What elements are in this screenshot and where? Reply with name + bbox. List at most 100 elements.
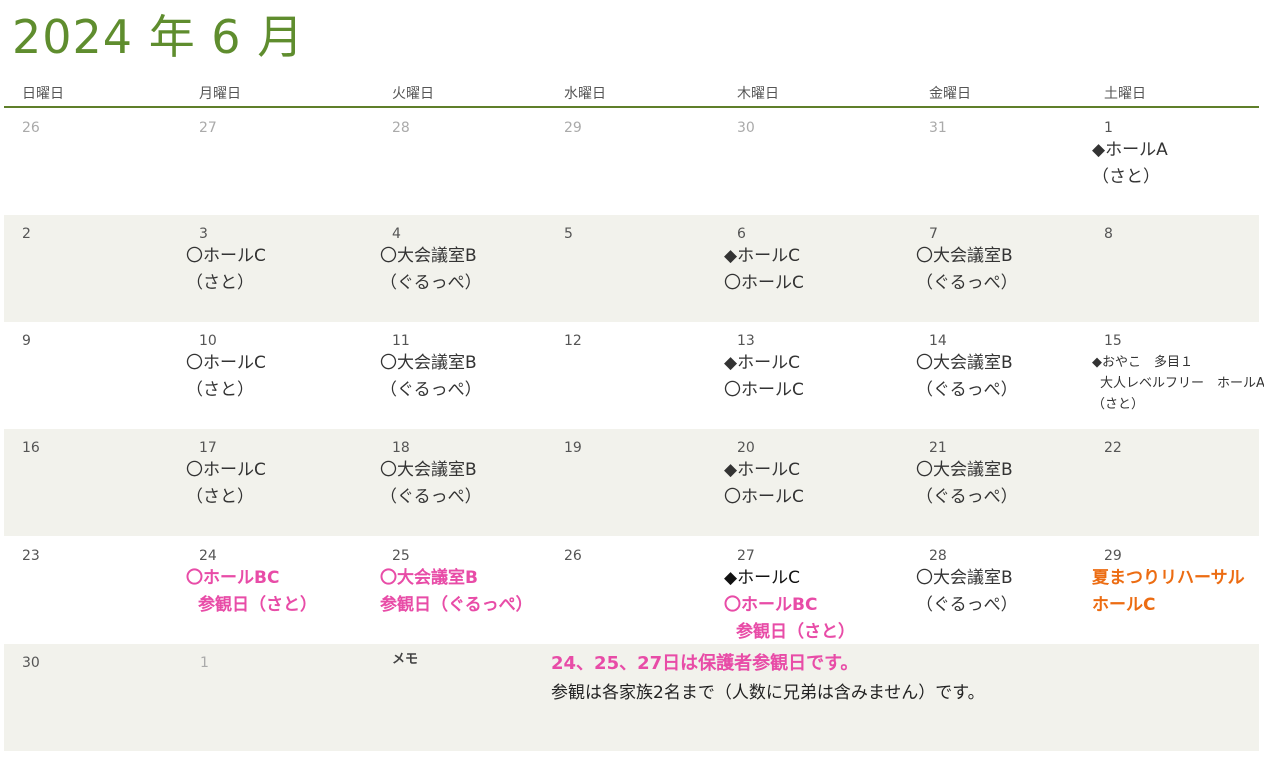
day-cell[interactable]: 2 — [18, 215, 188, 322]
header-divider — [4, 106, 1259, 108]
day-cell[interactable]: 6 ◆ホールC 〇ホールC — [724, 215, 903, 322]
memo-highlight: 24、25、27日は保護者参観日です。 — [551, 653, 859, 674]
event-text: 参観日（ぐるっぺ） — [380, 595, 533, 615]
day-number: 20 — [737, 440, 755, 456]
day-cell[interactable]: 11 〇大会議室B （ぐるっぺ） — [380, 322, 558, 429]
day-number: 2 — [22, 226, 31, 242]
day-cell[interactable]: 27 — [195, 109, 365, 216]
day-number: 11 — [392, 333, 410, 349]
weekday-label: 金曜日 — [929, 86, 971, 102]
day-cell[interactable]: 10 〇ホールC （さと） — [186, 322, 365, 429]
event-text: （ぐるっぺ） — [380, 273, 482, 293]
day-number: 28 — [392, 120, 410, 136]
weekday-label: 土曜日 — [1104, 86, 1146, 102]
event-text: ◆ホールA — [1092, 140, 1168, 160]
day-cell[interactable]: 22 — [1100, 429, 1264, 536]
day-cell[interactable]: 17 〇ホールC （さと） — [186, 429, 365, 536]
memo-text: 参観は各家族2名まで（人数に兄弟は含みません）です。 — [551, 683, 985, 703]
day-number: 22 — [1104, 440, 1122, 456]
day-cell[interactable]: 1 ◆ホールA （さと） — [1092, 109, 1264, 216]
event-text: （さと） — [186, 380, 254, 400]
event-text: 〇ホールC — [724, 380, 804, 400]
day-cell[interactable]: 28 〇大会議室B （ぐるっぺ） — [916, 537, 1095, 644]
day-number-next-month: 1 — [200, 655, 209, 671]
day-number: 26 — [22, 120, 40, 136]
event-text: 〇ホールBC — [186, 568, 280, 588]
day-cell[interactable]: 3 〇ホールC （さと） — [186, 215, 365, 322]
day-cell[interactable]: 7 〇大会議室B （ぐるっぺ） — [916, 215, 1095, 322]
day-number: 19 — [564, 440, 582, 456]
day-cell[interactable]: 9 — [18, 322, 188, 429]
day-number: 10 — [199, 333, 217, 349]
day-cell[interactable]: 5 — [560, 215, 730, 322]
day-number: 1 — [1104, 120, 1113, 136]
event-text: 〇大会議室B — [380, 568, 478, 588]
event-text: （ぐるっぺ） — [916, 273, 1018, 293]
day-number: 14 — [929, 333, 947, 349]
event-text: 〇ホールC — [186, 246, 266, 266]
day-cell[interactable]: 29 — [560, 109, 730, 216]
day-number: 12 — [564, 333, 582, 349]
event-text: （さと） — [1092, 167, 1160, 187]
week-row-3: 9 10 〇ホールC （さと） 11 〇大会議室B （ぐるっぺ） 12 13 ◆ホールC 〇ホールC… — [4, 322, 1264, 429]
day-cell[interactable]: 25 〇大会議室B 参観日（ぐるっぺ） — [380, 537, 558, 644]
day-cell[interactable]: 21 〇大会議室B （ぐるっぺ） — [916, 429, 1095, 536]
event-text: 〇ホールC — [724, 487, 804, 507]
day-number: 6 — [737, 226, 746, 242]
day-cell[interactable]: 29 夏まつりリハーサル ホールC — [1092, 537, 1264, 644]
day-number: 30 — [22, 655, 40, 671]
day-cell[interactable]: 4 〇大会議室B （ぐるっぺ） — [380, 215, 558, 322]
week-row-1: 26 27 28 29 30 31 1 ◆ホールA （さと） — [4, 109, 1259, 216]
day-cell[interactable]: 27 ◆ホールC 〇ホールBC 参観日（さと） — [724, 537, 903, 644]
day-cell[interactable]: 30 — [733, 109, 903, 216]
day-cell[interactable]: 18 〇大会議室B （ぐるっぺ） — [380, 429, 558, 536]
day-cell[interactable]: 26 — [560, 537, 730, 644]
day-cell[interactable]: 31 — [925, 109, 1095, 216]
day-cell[interactable]: 8 — [1100, 215, 1264, 322]
day-cell[interactable]: 20 ◆ホールC 〇ホールC — [724, 429, 903, 536]
day-number: 29 — [1104, 548, 1122, 564]
day-number: 28 — [929, 548, 947, 564]
event-text: 〇ホールC — [724, 273, 804, 293]
event-text: 〇大会議室B — [916, 353, 1013, 373]
event-text: （さと） — [1092, 397, 1145, 412]
event-text: （ぐるっぺ） — [916, 380, 1018, 400]
day-cell[interactable]: 13 ◆ホールC 〇ホールC — [724, 322, 903, 429]
day-number: 3 — [199, 226, 208, 242]
day-number: 21 — [929, 440, 947, 456]
day-number: 27 — [199, 120, 217, 136]
day-cell[interactable]: 12 — [560, 322, 730, 429]
day-cell[interactable]: 28 — [388, 109, 558, 216]
day-number: 16 — [22, 440, 40, 456]
day-cell[interactable]: 19 — [560, 429, 730, 536]
day-cell[interactable]: 16 — [18, 429, 188, 536]
memo-label: メモ — [392, 652, 419, 667]
event-text: 〇大会議室B — [380, 353, 477, 373]
event-text: （さと） — [186, 487, 254, 507]
weekday-label: 木曜日 — [737, 86, 779, 102]
day-cell[interactable]: 23 — [18, 537, 188, 644]
day-cell[interactable]: 15 ◆おやこ 多目１ 大人レベルフリー ホールA （さと） — [1092, 322, 1264, 429]
day-cell[interactable]: 14 〇大会議室B （ぐるっぺ） — [916, 322, 1095, 429]
day-number: 23 — [22, 548, 40, 564]
day-number: 27 — [737, 548, 755, 564]
day-number: 7 — [929, 226, 938, 242]
event-text: ◆ホールC — [724, 460, 800, 480]
day-cell[interactable]: 24 〇ホールBC 参観日（さと） — [186, 537, 365, 644]
day-number: 5 — [564, 226, 573, 242]
event-text: 参観日（さと） — [198, 595, 317, 615]
day-cell[interactable]: 26 — [18, 109, 188, 216]
event-text: 〇大会議室B — [380, 246, 477, 266]
day-number: 8 — [1104, 226, 1113, 242]
event-text: （さと） — [186, 273, 254, 293]
day-number: 31 — [929, 120, 947, 136]
event-text: 〇大会議室B — [916, 460, 1013, 480]
event-text: ◆ホールC — [724, 353, 800, 373]
day-number: 29 — [564, 120, 582, 136]
event-text: 〇大会議室B — [916, 246, 1013, 266]
event-text: 〇大会議室B — [916, 568, 1013, 588]
day-number: 25 — [392, 548, 410, 564]
week-row-6: 30 1 メモ 24、25、27日は保護者参観日です。 参観は各家族2名まで（人… — [4, 644, 1259, 751]
week-row-5: 23 24 〇ホールBC 参観日（さと） 25 〇大会議室B 参観日（ぐるっぺ） 26 27 ◆ホ… — [4, 537, 1259, 644]
event-text: （ぐるっぺ） — [380, 380, 482, 400]
